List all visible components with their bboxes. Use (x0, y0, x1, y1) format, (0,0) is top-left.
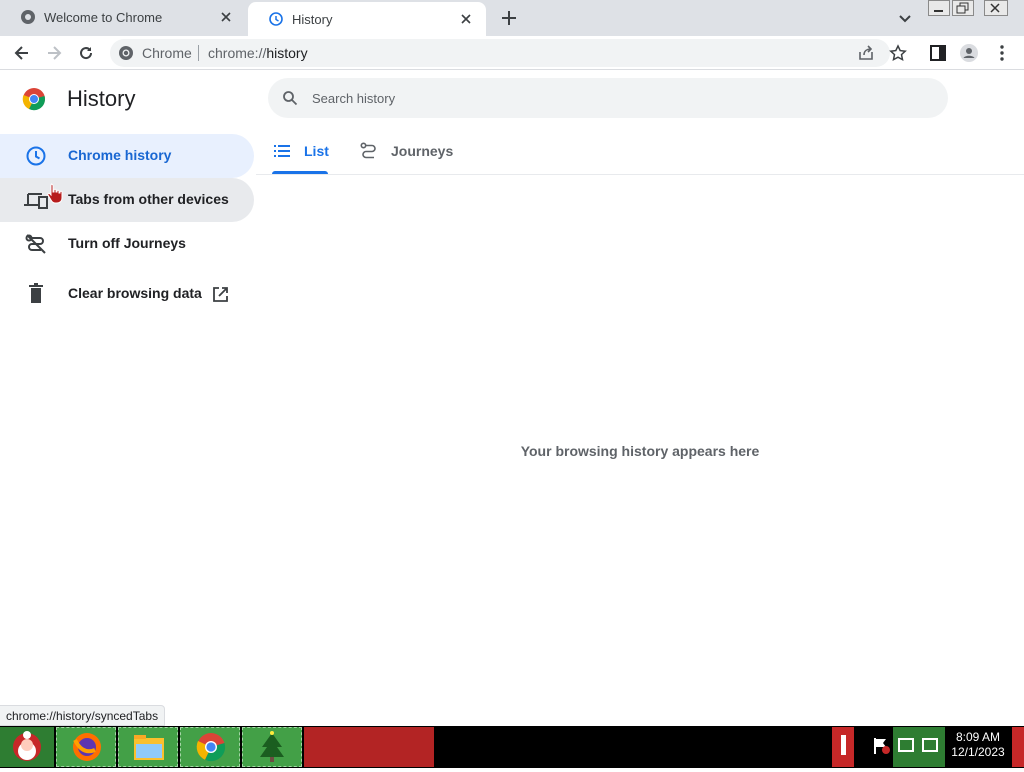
bookmark-star-icon[interactable] (888, 43, 908, 63)
show-desktop-button[interactable] (1012, 727, 1024, 767)
new-tab-icon[interactable] (498, 7, 520, 29)
sidebar-item-label: Tabs from other devices (68, 191, 229, 207)
forward-arrow-icon[interactable] (44, 43, 64, 63)
back-arrow-icon[interactable] (12, 43, 32, 63)
trash-icon (29, 283, 43, 303)
omnibox-url: chrome://history (208, 45, 308, 61)
toolbar: Chrome chrome://history (0, 36, 1024, 70)
journeys-icon (360, 142, 376, 159)
taskbar-clock[interactable]: 8:09 AM 12/1/2023 (948, 730, 1008, 760)
chrome-logo-icon (22, 88, 45, 111)
clock-date: 12/1/2023 (951, 745, 1005, 759)
chrome-taskbar-button[interactable] (180, 727, 240, 767)
search-icon (283, 91, 298, 106)
hand-cursor-icon (47, 183, 63, 204)
sidebar-item-chrome-history[interactable]: Chrome history (0, 134, 254, 178)
list-icon (274, 145, 290, 157)
devices-icon (24, 193, 48, 209)
address-bar[interactable]: Chrome chrome://history (110, 39, 890, 67)
taskbar: 8:09 AM 12/1/2023 (0, 726, 1024, 768)
sidebar-item-label: Clear browsing data (68, 285, 202, 301)
side-panel-icon[interactable] (928, 43, 948, 63)
external-link-icon (213, 287, 228, 302)
status-url-bubble: chrome://history/syncedTabs (0, 705, 166, 726)
network-icon (898, 738, 938, 752)
sidebar-item-turn-off-journeys[interactable]: Turn off Journeys (0, 222, 254, 266)
close-icon (990, 3, 1000, 13)
empty-state-message: Your browsing history appears here (520, 443, 760, 459)
omnibox-origin-label: Chrome (142, 45, 192, 61)
minimize-button[interactable] (928, 0, 950, 16)
restore-button[interactable] (952, 0, 974, 16)
url-prefix: chrome:// (208, 45, 267, 61)
minimize-icon (934, 10, 943, 12)
profile-avatar-icon[interactable] (959, 43, 979, 63)
file-explorer-taskbar-button[interactable] (118, 727, 178, 767)
flag-icon[interactable] (872, 736, 892, 756)
firefox-icon (73, 733, 101, 761)
tab-title: Welcome to Chrome (44, 9, 163, 25)
start-button[interactable] (0, 727, 54, 767)
close-tab-icon[interactable] (218, 9, 234, 25)
kebab-menu-icon[interactable] (992, 43, 1012, 63)
history-clock-icon (269, 12, 283, 26)
tray-icon-1[interactable] (832, 727, 854, 767)
tab-list[interactable]: List (272, 134, 329, 174)
christmas-tree-icon (260, 731, 284, 762)
sidebar-item-label: Chrome history (68, 147, 172, 163)
divider (256, 174, 1024, 175)
sidebar-item-label: Turn off Journeys (68, 235, 186, 251)
chrome-favicon-icon (21, 10, 35, 24)
search-box[interactable] (268, 78, 948, 118)
tab-history[interactable]: History (248, 2, 486, 36)
sidebar-item-tabs-other-devices[interactable]: Tabs from other devices (0, 178, 254, 222)
tree-app-taskbar-button[interactable] (242, 727, 302, 767)
sidebar-item-clear-browsing-data[interactable]: Clear browsing data (0, 272, 254, 316)
folder-icon (134, 735, 164, 760)
clock-time: 8:09 AM (955, 730, 1001, 744)
restore-icon (956, 2, 969, 14)
close-window-button[interactable] (984, 0, 1008, 16)
santa-icon (13, 731, 41, 761)
tab-label: Journeys (391, 143, 454, 159)
tab-strip: Welcome to Chrome History (0, 0, 1024, 36)
share-icon[interactable] (856, 43, 876, 63)
chevron-down-icon[interactable] (896, 9, 914, 27)
journeys-off-icon (25, 234, 46, 254)
taskbar-decoration (304, 727, 434, 767)
chrome-icon (119, 46, 133, 60)
tab-journeys[interactable]: Journeys (360, 134, 460, 174)
search-input[interactable] (312, 88, 912, 108)
firefox-taskbar-button[interactable] (56, 727, 116, 767)
tab-label: List (304, 143, 329, 159)
tab-welcome[interactable]: Welcome to Chrome (0, 0, 246, 34)
url-path: history (266, 45, 308, 61)
page-title: History (67, 86, 136, 111)
network-tray-icons[interactable] (893, 727, 945, 767)
clock-icon (26, 146, 46, 166)
close-tab-icon[interactable] (458, 11, 474, 27)
omnibox-divider (198, 45, 199, 61)
chrome-icon (196, 733, 226, 762)
reload-icon[interactable] (76, 43, 96, 63)
tab-title: History (292, 11, 333, 27)
notification-icon (841, 735, 846, 755)
